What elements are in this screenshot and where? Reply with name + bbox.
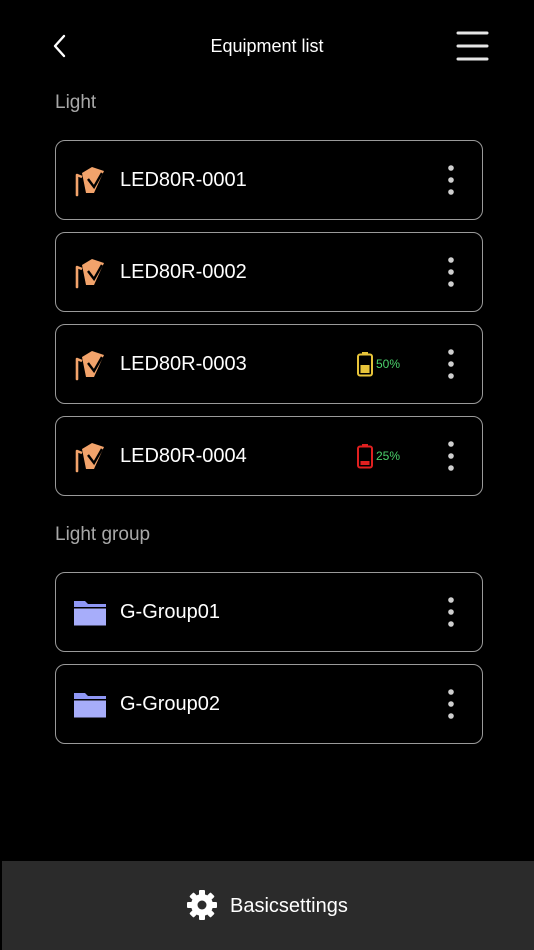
light-card-3[interactable]: LED80R-0003 50% bbox=[55, 324, 483, 404]
folder-icon bbox=[74, 693, 106, 718]
gear-icon bbox=[187, 890, 217, 920]
header: Equipment list bbox=[0, 0, 534, 94]
light-name: LED80R-0004 bbox=[120, 445, 247, 467]
more-options-icon[interactable] bbox=[436, 685, 466, 723]
bottom-bar: Basicsettings bbox=[2, 861, 534, 950]
battery-percent: 50% bbox=[376, 357, 401, 371]
light-card-4[interactable]: LED80R-0004 25% bbox=[55, 416, 483, 496]
group-name: G-Group02 bbox=[120, 693, 221, 715]
more-options-icon[interactable] bbox=[436, 161, 466, 199]
light-fixture-icon bbox=[75, 167, 104, 197]
more-options-icon[interactable] bbox=[436, 253, 466, 291]
battery-low-icon bbox=[357, 444, 373, 469]
more-options-icon[interactable] bbox=[436, 437, 466, 475]
more-options-icon[interactable] bbox=[436, 593, 466, 631]
more-options-icon[interactable] bbox=[436, 345, 466, 383]
light-card-1[interactable]: LED80R-0001 bbox=[55, 140, 483, 220]
menu-button[interactable] bbox=[450, 26, 494, 66]
light-name: LED80R-0002 bbox=[120, 261, 247, 283]
basic-settings-label: Basicsettings bbox=[230, 895, 348, 917]
folder-icon bbox=[74, 601, 106, 626]
light-card-2[interactable]: LED80R-0002 bbox=[55, 232, 483, 312]
group-card-1[interactable]: G-Group01 bbox=[55, 572, 483, 652]
battery-half-icon bbox=[357, 352, 373, 377]
group-card-2[interactable]: G-Group02 bbox=[55, 664, 483, 744]
light-fixture-icon bbox=[75, 351, 104, 381]
hamburger-menu-icon bbox=[456, 31, 489, 61]
light-name: LED80R-0003 bbox=[120, 353, 247, 375]
light-name: LED80R-0001 bbox=[120, 169, 247, 191]
basic-settings-button[interactable]: Basicsettings bbox=[186, 889, 386, 923]
light-fixture-icon bbox=[75, 443, 104, 473]
section-label-light-group: Light group bbox=[55, 524, 151, 545]
battery-percent: 25% bbox=[376, 449, 401, 463]
light-fixture-icon bbox=[75, 259, 104, 289]
group-name: G-Group01 bbox=[120, 601, 221, 623]
section-label-light: Light bbox=[55, 92, 97, 113]
app-root: Equipment list Light LED80R-0001 LED80R-… bbox=[0, 0, 534, 950]
